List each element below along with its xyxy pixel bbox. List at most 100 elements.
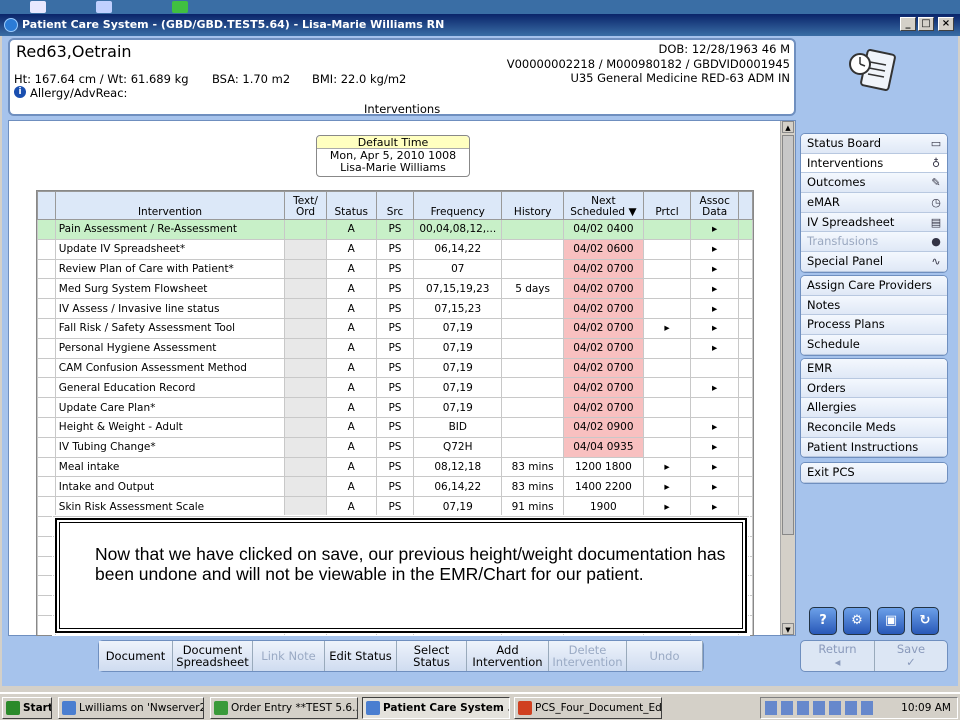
prtcl-cell[interactable] <box>642 278 692 300</box>
nav-assign-care-providers[interactable]: Assign Care Providers <box>801 276 947 296</box>
table-row[interactable]: CAM Confusion Assessment Method A PS 07,19 0… <box>37 357 753 379</box>
intervention-cell[interactable]: Meal intake <box>54 456 286 478</box>
table-row[interactable]: Height & Weight - Adult A PS BID 04/02 0900 ▸ <box>37 416 753 438</box>
col-intervention[interactable]: Intervention <box>54 191 286 220</box>
document-spreadsheet-button[interactable]: Document Spreadsheet <box>173 641 253 671</box>
nav-exit-pcs[interactable]: Exit PCS <box>801 463 947 483</box>
return-button[interactable]: Return ◂ <box>801 641 874 671</box>
table-row[interactable]: Fall Risk / Safety Assessment Tool A PS 07,… <box>37 317 753 339</box>
assoc-data-cell[interactable]: ▸ <box>690 416 740 438</box>
prtcl-cell[interactable] <box>642 416 692 438</box>
intervention-cell[interactable]: Height & Weight - Adult <box>54 416 286 438</box>
start-button[interactable]: Start <box>2 697 52 719</box>
intervention-cell[interactable]: Review Plan of Care with Patient* <box>54 258 286 280</box>
assoc-data-cell[interactable]: ▸ <box>690 298 740 319</box>
taskbar-item-2[interactable]: Order Entry **TEST 5.6... <box>210 697 358 719</box>
prtcl-cell[interactable] <box>642 377 692 399</box>
col-frequency[interactable]: Frequency <box>413 191 503 220</box>
default-time-box[interactable]: Default Time Mon, Apr 5, 2010 1008 Lisa-… <box>316 135 470 177</box>
table-row[interactable]: Update Care Plan* A PS 07,19 04/02 0700 <box>37 397 753 418</box>
document-button[interactable]: Document <box>99 641 173 671</box>
assoc-data-cell[interactable]: ▸ <box>690 238 740 260</box>
save-button[interactable]: Save ✓ <box>874 641 947 671</box>
taskbar-item-3[interactable]: Patient Care System ... <box>362 697 510 719</box>
intervention-cell[interactable]: Med Surg System Flowsheet <box>54 278 286 300</box>
col-src[interactable]: Src <box>375 191 415 220</box>
table-row[interactable]: Pain Assessment / Re-Assessment A PS 00,04,… <box>37 219 753 240</box>
nav-interventions[interactable]: Interventions ♁ <box>801 153 947 174</box>
vertical-scrollbar[interactable]: ▲ ▼ <box>780 121 795 635</box>
table-row[interactable]: Update IV Spreadsheet* A PS 06,14,22 04/02 0… <box>37 238 753 260</box>
assoc-data-cell[interactable]: ▸ <box>690 317 740 339</box>
table-row[interactable]: General Education Record A PS 07,19 04/02 07… <box>37 377 753 399</box>
assoc-data-cell[interactable]: ▸ <box>690 219 740 240</box>
nav-outcomes[interactable]: Outcomes ✎ <box>801 173 947 194</box>
nav-schedule[interactable]: Schedule <box>801 335 947 355</box>
scroll-down-icon[interactable]: ▼ <box>782 623 794 635</box>
col-next-scheduled[interactable]: Next Scheduled ▼ <box>562 191 644 220</box>
intervention-cell[interactable]: Fall Risk / Safety Assessment Tool <box>54 317 286 339</box>
taskbar-item-1[interactable]: Lwilliams on 'Nwserver2\... <box>58 697 204 719</box>
assoc-data-cell[interactable] <box>690 357 740 379</box>
lock-button[interactable]: ▣ <box>877 607 905 635</box>
prtcl-cell[interactable] <box>642 219 692 240</box>
nav-reconcile-meds[interactable]: Reconcile Meds <box>801 418 947 438</box>
col-prtcl[interactable]: Prtcl <box>642 191 692 220</box>
prtcl-cell[interactable] <box>642 397 692 418</box>
prtcl-cell[interactable]: ▸ <box>642 496 692 517</box>
nav-orders[interactable]: Orders <box>801 378 947 399</box>
table-row[interactable]: Intake and Output A PS 06,14,22 83 mins 1400 … <box>37 476 753 498</box>
prtcl-cell[interactable] <box>642 436 692 458</box>
table-row[interactable]: Personal Hygiene Assessment A PS 07,19 04/02… <box>37 337 753 359</box>
add-intervention-button[interactable]: Add Intervention <box>467 641 549 671</box>
refresh-button[interactable]: ↻ <box>911 607 939 635</box>
assoc-data-cell[interactable]: ▸ <box>690 476 740 498</box>
select-status-button[interactable]: Select Status <box>397 641 467 671</box>
intervention-cell[interactable]: Skin Risk Assessment Scale <box>54 496 286 517</box>
prtcl-cell[interactable]: ▸ <box>642 456 692 478</box>
intervention-cell[interactable]: Update Care Plan* <box>54 397 286 418</box>
taskbar-item-4[interactable]: PCS_Four_Document_Ed... <box>514 697 662 719</box>
help-button[interactable]: ? <box>809 607 837 635</box>
intervention-cell[interactable]: General Education Record <box>54 377 286 399</box>
nav-patient-instructions[interactable]: Patient Instructions <box>801 437 947 458</box>
prtcl-cell[interactable] <box>642 337 692 359</box>
settings-button[interactable]: ⚙ <box>843 607 871 635</box>
allergy-label[interactable]: Allergy/AdvReac: <box>30 86 127 100</box>
col-assoc-data[interactable]: Assoc Data <box>690 191 740 220</box>
nav-special-panel[interactable]: Special Panel ∿ <box>801 252 947 272</box>
table-row[interactable]: IV Assess / Invasive line status A PS 07,15… <box>37 298 753 319</box>
table-row[interactable]: Review Plan of Care with Patient* A PS 07 04… <box>37 258 753 280</box>
table-row[interactable]: Skin Risk Assessment Scale A PS 07,19 91 min… <box>37 496 753 517</box>
intervention-cell[interactable]: IV Assess / Invasive line status <box>54 298 286 319</box>
window-title-bar[interactable]: Patient Care System - (GBD/GBD.TEST5.64)… <box>0 14 960 36</box>
assoc-data-cell[interactable]: ▸ <box>690 377 740 399</box>
nav-notes[interactable]: Notes <box>801 295 947 316</box>
tray-icons[interactable] <box>765 701 875 715</box>
assoc-data-cell[interactable]: ▸ <box>690 278 740 300</box>
scroll-up-icon[interactable]: ▲ <box>782 121 794 133</box>
maximize-button[interactable]: □ <box>918 17 934 31</box>
col-text-ord[interactable]: Text/ Ord <box>284 191 327 220</box>
assoc-data-cell[interactable]: ▸ <box>690 456 740 478</box>
assoc-data-cell[interactable]: ▸ <box>690 436 740 458</box>
table-row[interactable]: IV Tubing Change* A PS Q72H 04/04 0935 ▸ <box>37 436 753 458</box>
intervention-cell[interactable]: IV Tubing Change* <box>54 436 286 458</box>
minimize-button[interactable]: _ <box>900 17 916 31</box>
prtcl-cell[interactable] <box>642 357 692 379</box>
prtcl-cell[interactable]: ▸ <box>642 476 692 498</box>
prtcl-cell[interactable] <box>642 258 692 280</box>
assoc-data-cell[interactable]: ▸ <box>690 496 740 517</box>
nav-emar[interactable]: eMAR ◷ <box>801 193 947 213</box>
assoc-data-cell[interactable]: ▸ <box>690 337 740 359</box>
intervention-cell[interactable]: Update IV Spreadsheet* <box>54 238 286 260</box>
edit-status-button[interactable]: Edit Status <box>325 641 397 671</box>
intervention-cell[interactable]: Personal Hygiene Assessment <box>54 337 286 359</box>
prtcl-cell[interactable] <box>642 298 692 319</box>
system-tray[interactable]: 10:09 AM <box>760 697 958 719</box>
table-row[interactable]: Med Surg System Flowsheet A PS 07,15,19,23 5… <box>37 278 753 300</box>
nav-process-plans[interactable]: Process Plans <box>801 315 947 336</box>
nav-allergies[interactable]: Allergies <box>801 398 947 419</box>
nav-status-board[interactable]: Status Board ▭ <box>801 134 947 154</box>
scroll-thumb[interactable] <box>782 135 794 535</box>
